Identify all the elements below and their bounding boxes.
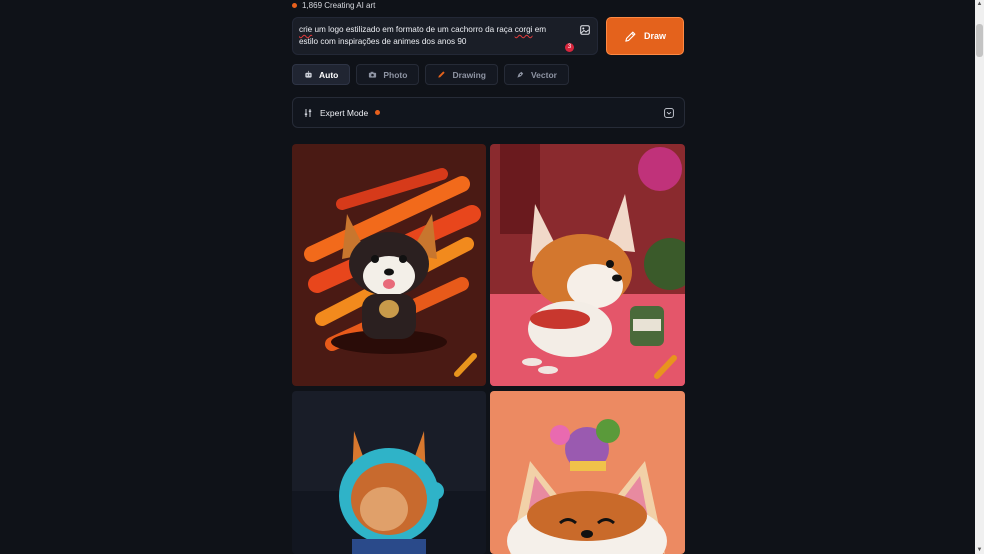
prompt-word-crie: crie	[299, 25, 313, 34]
draw-button[interactable]: Draw	[606, 17, 684, 55]
image-upload-icon[interactable]	[580, 25, 590, 35]
robot-icon	[305, 70, 312, 78]
creating-status: 1,869 Creating AI art	[292, 1, 375, 10]
scroll-down-arrow-icon[interactable]: ▼	[976, 547, 983, 553]
grammar-badge[interactable]: 3	[565, 43, 574, 52]
generated-image-3[interactable]	[292, 391, 486, 554]
tab-vector[interactable]: Vector	[503, 64, 569, 85]
pencil-icon	[438, 71, 446, 78]
tab-photo[interactable]: Photo	[356, 64, 420, 85]
chevron-down-icon[interactable]	[664, 107, 674, 118]
tab-auto-label: Auto	[319, 69, 339, 80]
tab-drawing-label: Drawing	[452, 69, 486, 80]
creating-status-text: 1,869 Creating AI art	[302, 1, 376, 10]
scrollbar-thumb[interactable]	[976, 24, 983, 57]
generated-image-4[interactable]	[490, 391, 685, 554]
expert-mode-dot-icon	[375, 110, 381, 115]
page-scrollbar[interactable]: ▲ ▼	[975, 0, 984, 554]
scroll-up-arrow-icon[interactable]: ▲	[976, 1, 983, 7]
generated-image-2[interactable]	[490, 144, 685, 386]
prompt-text-part1: um logo estilizado em formato de um cach…	[312, 25, 515, 34]
prompt-text-part2: em	[532, 25, 547, 34]
expert-mode-toggle[interactable]: Expert Mode	[292, 97, 685, 128]
live-dot-icon	[292, 3, 297, 8]
sliders-icon	[304, 108, 312, 117]
tab-drawing[interactable]: Drawing	[425, 64, 498, 85]
generated-image-1[interactable]	[292, 144, 486, 386]
camera-icon	[369, 71, 377, 78]
pencil-icon	[625, 31, 636, 42]
mode-tabs: Auto Photo Drawing Vector	[292, 64, 569, 85]
expert-mode-label: Expert Mode	[320, 107, 369, 118]
pen-nib-icon	[517, 71, 524, 78]
prompt-textarea[interactable]: crie um logo estilizado em formato de um…	[292, 17, 598, 55]
tab-photo-label: Photo	[383, 69, 408, 80]
draw-button-label: Draw	[643, 31, 666, 41]
prompt-word-corgi: corgi	[514, 25, 533, 34]
tab-auto[interactable]: Auto	[292, 64, 351, 85]
prompt-text-line2: estilo com inspirações de animes dos ano…	[299, 37, 467, 46]
tab-vector-label: Vector	[530, 69, 557, 80]
